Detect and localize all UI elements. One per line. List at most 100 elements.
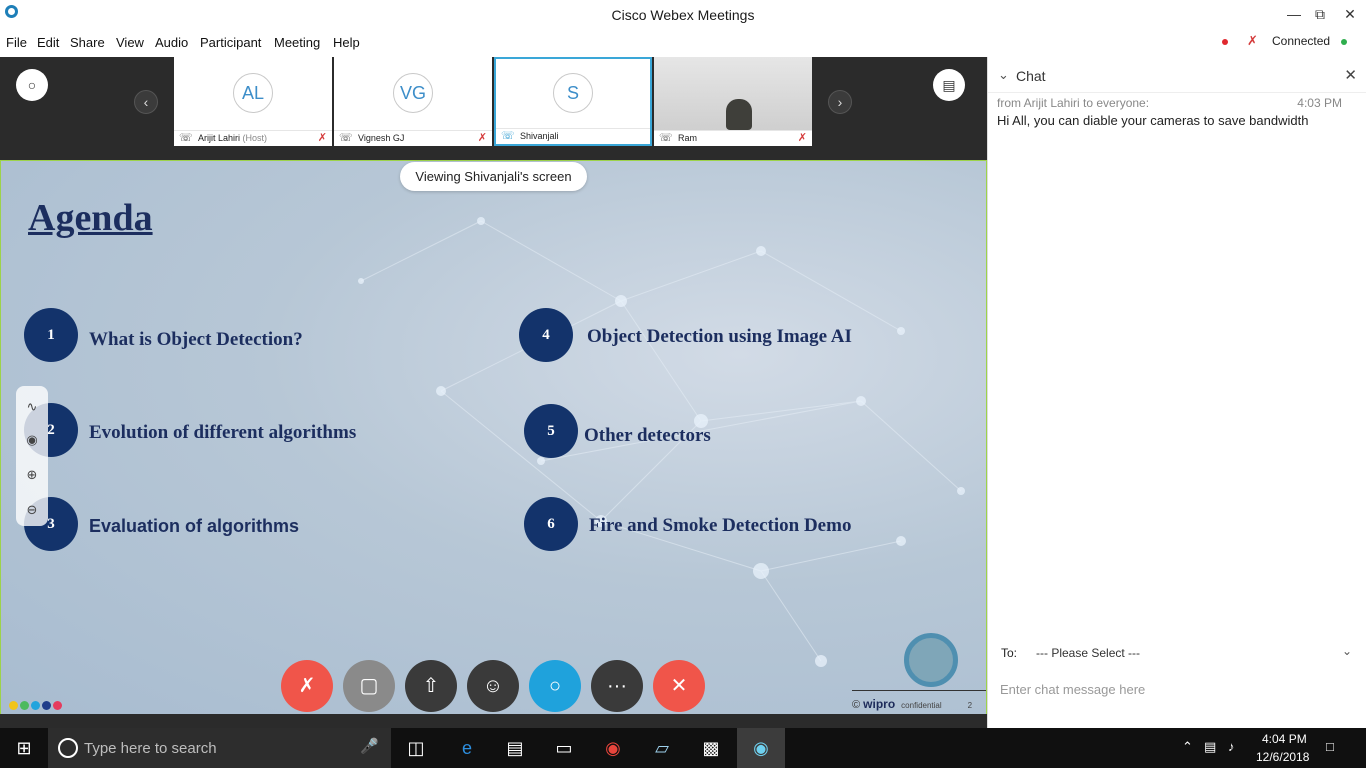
phone-icon: ☏ <box>339 132 353 144</box>
menu-bar: File Edit Share View Audio Participant M… <box>0 30 1366 57</box>
chat-title: Chat <box>1016 68 1046 84</box>
zoom-in-icon[interactable]: ⊕ <box>16 467 48 483</box>
file-icon[interactable]: ▭ <box>540 728 588 768</box>
menu-share[interactable]: Share <box>70 35 105 50</box>
layout-icon[interactable]: ○ <box>16 69 48 101</box>
mic-muted-icon[interactable]: ✗ <box>1247 33 1258 49</box>
participant-video-person <box>726 99 752 130</box>
close-icon[interactable]: ✕ <box>1340 4 1360 24</box>
title-bar: Cisco Webex Meetings — ⧉ ✕ <box>0 0 1366 30</box>
more-icon: ··· <box>607 675 627 697</box>
edge-icon[interactable]: e <box>443 728 491 768</box>
restore-icon[interactable]: ⧉ <box>1310 4 1330 24</box>
calendar-icon[interactable]: ▤ <box>933 69 965 101</box>
avatar: VG <box>393 73 433 113</box>
menu-help[interactable]: Help <box>333 35 360 50</box>
message-time: 4:03 PM <box>1297 96 1342 110</box>
agenda-number: 1 <box>24 308 78 362</box>
chat-button[interactable]: ○ <box>529 660 581 712</box>
clock-time[interactable]: 4:04 PM <box>1262 732 1307 746</box>
footer-divider <box>852 690 986 691</box>
webex-window: Cisco Webex Meetings — ⧉ ✕ File Edit Sha… <box>0 0 1366 768</box>
windows-taskbar: ⊞ Type here to search 🎤 ◫ e ▤ ▭ ◉ ▱ ▩ ◉ … <box>0 728 1366 768</box>
menu-view[interactable]: View <box>116 35 144 50</box>
mute-button[interactable]: ✗ <box>281 660 333 712</box>
close-icon[interactable]: ✕ <box>1344 66 1357 84</box>
participant-tile-video[interactable]: ☏ Ram ✗ <box>654 57 812 146</box>
menu-audio[interactable]: Audio <box>155 35 188 50</box>
participant-tile[interactable]: VG ☏ Vignesh GJ ✗ <box>334 57 492 146</box>
microphone-icon[interactable]: 🎤 <box>360 737 379 755</box>
wipro-logo <box>904 633 958 687</box>
annotation-toolbar: ∿ ◉ ⊕ ⊖ <box>16 386 48 526</box>
chevron-up-icon[interactable]: ⌃ <box>1182 739 1193 755</box>
chevron-down-icon[interactable]: ⌄ <box>998 67 1009 83</box>
participant-name: Ram <box>678 133 698 143</box>
viewing-screen-label: Viewing Shivanjali's screen <box>400 162 587 191</box>
pointer-icon[interactable]: ◉ <box>16 432 48 448</box>
agenda-item: Object Detection using Image AI <box>587 326 852 347</box>
participant-name: Vignesh GJ <box>358 133 405 143</box>
minimize-icon[interactable]: — <box>1284 4 1304 24</box>
connection-status: Connected <box>1272 34 1331 48</box>
speaking-icon: ☏ <box>501 130 515 142</box>
strip-prev-chevron-icon[interactable]: ‹ <box>134 90 158 114</box>
more-button[interactable]: ··· <box>591 660 643 712</box>
upload-icon: ⇧ <box>422 675 440 697</box>
avatar: AL <box>233 73 273 113</box>
participant-footer: ☏ Vignesh GJ ✗ <box>334 130 492 146</box>
menu-file[interactable]: File <box>6 35 27 50</box>
menu-meeting[interactable]: Meeting <box>274 35 320 50</box>
participant-footer: ☏ Ram ✗ <box>654 130 812 146</box>
participant-footer: ☏ Shivanjali <box>496 128 650 144</box>
terminal-icon[interactable]: ▩ <box>687 728 735 768</box>
headset-icon: ☏ <box>179 132 193 144</box>
participants-icon: ☺ <box>482 675 504 697</box>
participant-tile-active[interactable]: S ☏ Shivanjali <box>494 57 652 146</box>
menu-edit[interactable]: Edit <box>37 35 59 50</box>
clock-date[interactable]: 12/6/2018 <box>1256 750 1309 764</box>
notifications-icon[interactable]: □ <box>1326 739 1334 754</box>
participant-name: Arijit Lahiri (Host) <box>198 133 268 143</box>
recipient-select[interactable]: --- Please Select --- <box>1036 646 1140 660</box>
share-button[interactable]: ⇧ <box>405 660 457 712</box>
end-meeting-button[interactable]: ✕ <box>653 660 705 712</box>
agenda-item: Evaluation of algorithms <box>89 516 300 536</box>
video-icon: ▢ <box>359 675 379 697</box>
network-icon[interactable]: ▤ <box>1204 739 1216 755</box>
chat-panel: ⌄ Chat ✕ from Arijit Lahiri to everyone:… <box>987 57 1366 728</box>
strip-next-chevron-icon[interactable]: › <box>828 90 852 114</box>
mic-muted-icon: ✗ <box>477 132 487 144</box>
wipro-color-dots <box>9 697 64 715</box>
chat-bubble-icon: ○ <box>548 675 562 697</box>
message-sender: from Arijit Lahiri to everyone: <box>997 96 1150 110</box>
agenda-number: 5 <box>524 404 578 458</box>
message-text: Hi All, you can diable your cameras to s… <box>997 113 1309 128</box>
agenda-item: Evolution of different algorithms <box>89 422 357 443</box>
slide-footer: © wipro confidential 2 <box>852 697 973 711</box>
mic-muted-icon: ✗ <box>317 132 327 144</box>
webex-taskbar-icon[interactable]: ◉ <box>737 728 785 768</box>
chrome-icon[interactable]: ◉ <box>589 728 637 768</box>
app-icon[interactable]: ▱ <box>638 728 686 768</box>
taskbar-search[interactable]: Type here to search 🎤 <box>48 728 391 768</box>
video-button[interactable]: ▢ <box>343 660 395 712</box>
participant-footer: ☏ Arijit Lahiri (Host) ✗ <box>174 130 332 146</box>
close-icon: ✕ <box>670 675 688 697</box>
pen-icon[interactable]: ∿ <box>16 399 48 415</box>
agenda-number: 4 <box>519 308 573 362</box>
connected-dot-icon <box>1341 39 1347 45</box>
menu-participant[interactable]: Participant <box>200 35 261 50</box>
chat-message-input[interactable] <box>1000 677 1355 701</box>
windows-start-icon[interactable]: ⊞ <box>0 728 48 768</box>
chevron-down-icon[interactable]: ⌄ <box>1342 644 1352 658</box>
participant-tile[interactable]: AL ☏ Arijit Lahiri (Host) ✗ <box>174 57 332 146</box>
volume-icon[interactable]: ♪ <box>1228 739 1235 754</box>
agenda-number: 6 <box>524 497 578 551</box>
cortana-icon <box>58 738 78 758</box>
task-view-icon[interactable]: ◫ <box>392 728 440 768</box>
zoom-out-icon[interactable]: ⊖ <box>16 502 48 518</box>
store-icon[interactable]: ▤ <box>491 728 539 768</box>
participants-button[interactable]: ☺ <box>467 660 519 712</box>
agenda-item: Other detectors <box>584 425 711 446</box>
